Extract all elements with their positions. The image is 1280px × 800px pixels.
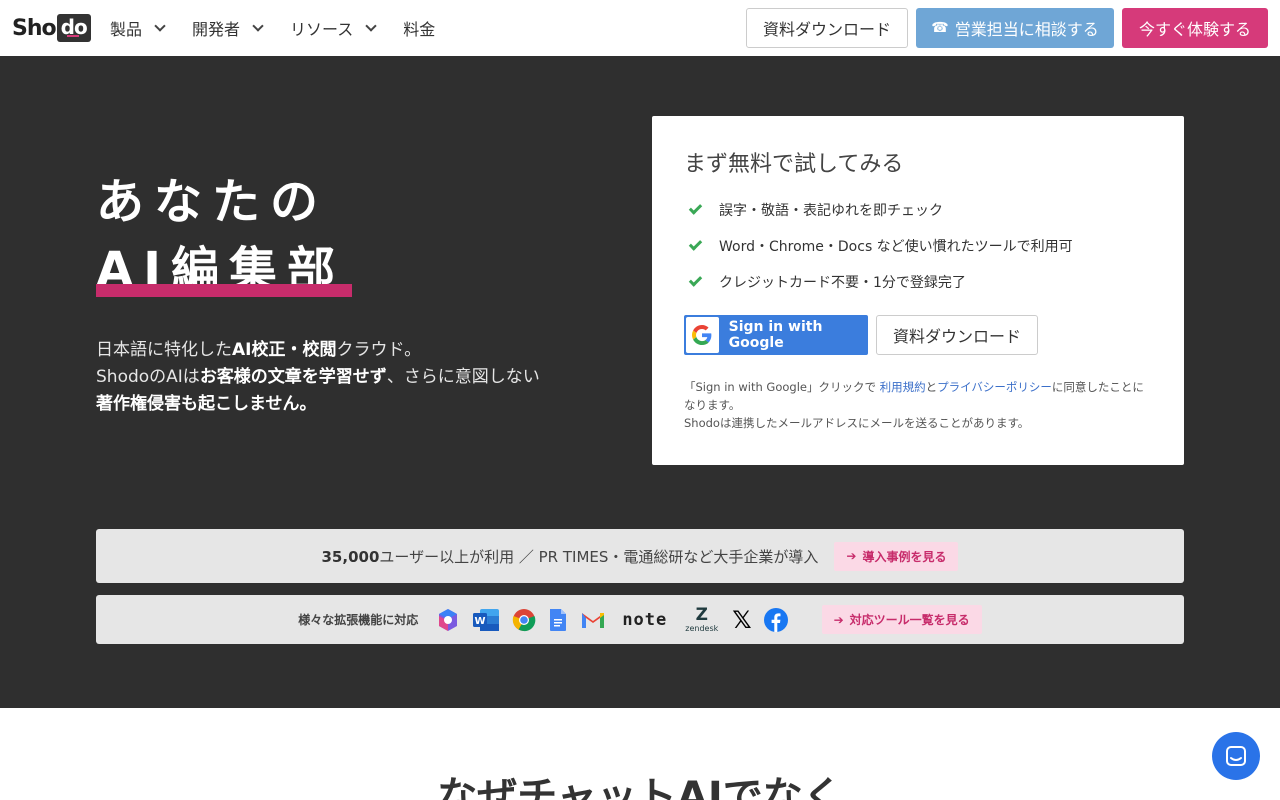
gmail-icon: [580, 610, 606, 630]
contact-sales-label: 営業担当に相談する: [954, 20, 1099, 39]
nav-item-label: 開発者: [192, 20, 241, 39]
chat-widget-button[interactable]: [1212, 732, 1260, 780]
logo-prefix: Sho: [12, 15, 57, 41]
try-now-button[interactable]: 今すぐ体験する: [1122, 8, 1268, 48]
hero-copy-text: クラウド。: [336, 340, 422, 360]
hero-copy-line3: 著作権侵害も起こしません。: [96, 391, 576, 418]
section-heading: なぜチャットAIでなく: [437, 774, 843, 800]
hero-description: 日本語に特化したAI校正・校閲クラウド。 ShodoのAIはお客様の文章を学習せ…: [96, 337, 576, 418]
terms-note-text: と: [925, 380, 938, 394]
zendesk-wordmark: zendesk: [685, 623, 719, 633]
checkmark-icon: [688, 237, 703, 251]
shodo-logo[interactable]: Sho do: [12, 13, 91, 43]
top-navigation: Sho do 製品 開発者 リソース 料金 資料ダウンロード ☎ 営業担当に相談す…: [0, 0, 1280, 56]
feature-check-text: 誤字・敬語・表記ゆれを即チェック: [719, 203, 943, 219]
user-stats-description: ユーザー以上が利用 ／ PR TIMES・電通総研など大手企業が導入: [379, 547, 819, 566]
feature-check-item: クレジットカード不要・1分で登録完了: [688, 264, 1073, 300]
card-download-docs-button[interactable]: 資料ダウンロード: [876, 315, 1038, 355]
integrations-label: 様々な拡張機能に対応: [298, 613, 419, 627]
nav-item-label: リソース: [290, 20, 354, 39]
feature-check-item: Word・Chrome・Docs など使い慣れたツールで利用可: [688, 228, 1073, 264]
contact-sales-button[interactable]: ☎ 営業担当に相談する: [916, 8, 1114, 48]
chevron-down-icon: [154, 20, 166, 32]
arrow-right-icon: ➔: [833, 612, 844, 627]
hero-section: あなたの AI編集部 日本語に特化したAI校正・校閲クラウド。 ShodoのAI…: [0, 56, 1280, 708]
signup-card-title: まず無料で試してみる: [684, 152, 904, 177]
word-icon: W: [472, 608, 500, 632]
user-stats-bar: 35,000ユーザー以上が利用 ／ PR TIMES・電通総研など大手企業が導入…: [96, 529, 1184, 583]
copilot-icon: [436, 608, 460, 632]
note-logo: note: [622, 609, 668, 630]
zendesk-mark: Z: [695, 604, 708, 625]
google-icon: [686, 317, 719, 353]
terms-note-text: Shodoは連携したメールアドレスにメールを送ることがあります。: [684, 416, 1030, 430]
checkmark-icon: [688, 201, 703, 215]
terms-note-text: 「Sign in with Google」クリックで: [684, 380, 880, 394]
feature-check-item: 誤字・敬語・表記ゆれを即チェック: [688, 192, 1073, 228]
signup-card: まず無料で試してみる 誤字・敬語・表記ゆれを即チェック Word・Chrome・…: [652, 116, 1184, 465]
hero-title-line1: あなたの: [96, 174, 329, 230]
nav-menu: 製品 開発者 リソース 料金: [110, 0, 463, 56]
x-logo: 𝕏: [732, 605, 752, 634]
nav-item-label: 製品: [110, 20, 143, 39]
chevron-down-icon: [365, 20, 377, 32]
hero-copy-text: ShodoのAIは: [96, 367, 200, 387]
zendesk-logo: Z zendesk: [685, 604, 719, 633]
hero-copy-line2: ShodoのAIはお客様の文章を学習せず、さらに意図しない: [96, 364, 576, 391]
phone-icon: ☎: [931, 20, 949, 36]
google-docs-icon: [548, 608, 568, 632]
case-studies-label: 導入事例を見る: [862, 549, 947, 564]
nav-item-pricing[interactable]: 料金: [403, 16, 435, 40]
privacy-policy-link[interactable]: プライバシーポリシー: [937, 380, 1052, 394]
arrow-right-icon: ➔: [846, 549, 857, 563]
logo-box: do: [56, 14, 91, 42]
tool-list-link[interactable]: ➔ 対応ツール一覧を見る: [821, 605, 982, 634]
user-count: 35,000: [321, 547, 380, 566]
feature-check-text: クレジットカード不要・1分で登録完了: [719, 275, 966, 291]
user-stats-text: 35,000ユーザー以上が利用 ／ PR TIMES・電通総研など大手企業が導入: [322, 546, 819, 567]
hero-copy-line1: 日本語に特化したAI校正・校閲クラウド。: [96, 337, 576, 364]
hero-title-underline: [96, 284, 352, 297]
case-studies-link[interactable]: ➔ 導入事例を見る: [834, 541, 959, 571]
integrations-bar: 様々な拡張機能に対応 W note Z zendesk 𝕏 ➔ 対応ツール一覧を…: [96, 595, 1184, 644]
hero-copy-text: 日本語に特化した: [96, 340, 232, 360]
chevron-down-icon: [252, 20, 264, 32]
nav-item-label: 料金: [403, 20, 436, 39]
terms-link[interactable]: 利用規約: [880, 380, 926, 394]
hero-copy-bold: 著作権侵害も起こしません。: [96, 394, 317, 414]
google-button-label: Sign in with Google: [728, 319, 823, 351]
svg-text:W: W: [475, 616, 486, 627]
download-docs-button[interactable]: 資料ダウンロード: [746, 8, 908, 48]
nav-item-products[interactable]: 製品: [110, 16, 166, 40]
feature-check-list: 誤字・敬語・表記ゆれを即チェック Word・Chrome・Docs など使い慣れ…: [688, 192, 1073, 300]
facebook-icon: [763, 607, 788, 632]
sign-in-with-google-button[interactable]: Sign in with Google: [684, 315, 868, 355]
nav-item-developers[interactable]: 開発者: [192, 16, 264, 40]
nav-item-resources[interactable]: リソース: [290, 16, 377, 40]
chrome-icon: [512, 608, 536, 632]
hero-copy-bold: AI校正・校閲: [232, 340, 337, 360]
tool-list-label: 対応ツール一覧を見る: [849, 613, 970, 627]
terms-note: 「Sign in with Google」クリックで 利用規約とプライバシーポリ…: [684, 378, 1154, 432]
chat-icon: [1226, 746, 1246, 766]
checkmark-icon: [688, 273, 703, 287]
feature-check-text: Word・Chrome・Docs など使い慣れたツールで利用可: [719, 239, 1073, 255]
hero-copy-text: 、さらに意図しない: [386, 367, 540, 387]
hero-copy-bold: お客様の文章を学習せず: [199, 367, 387, 387]
